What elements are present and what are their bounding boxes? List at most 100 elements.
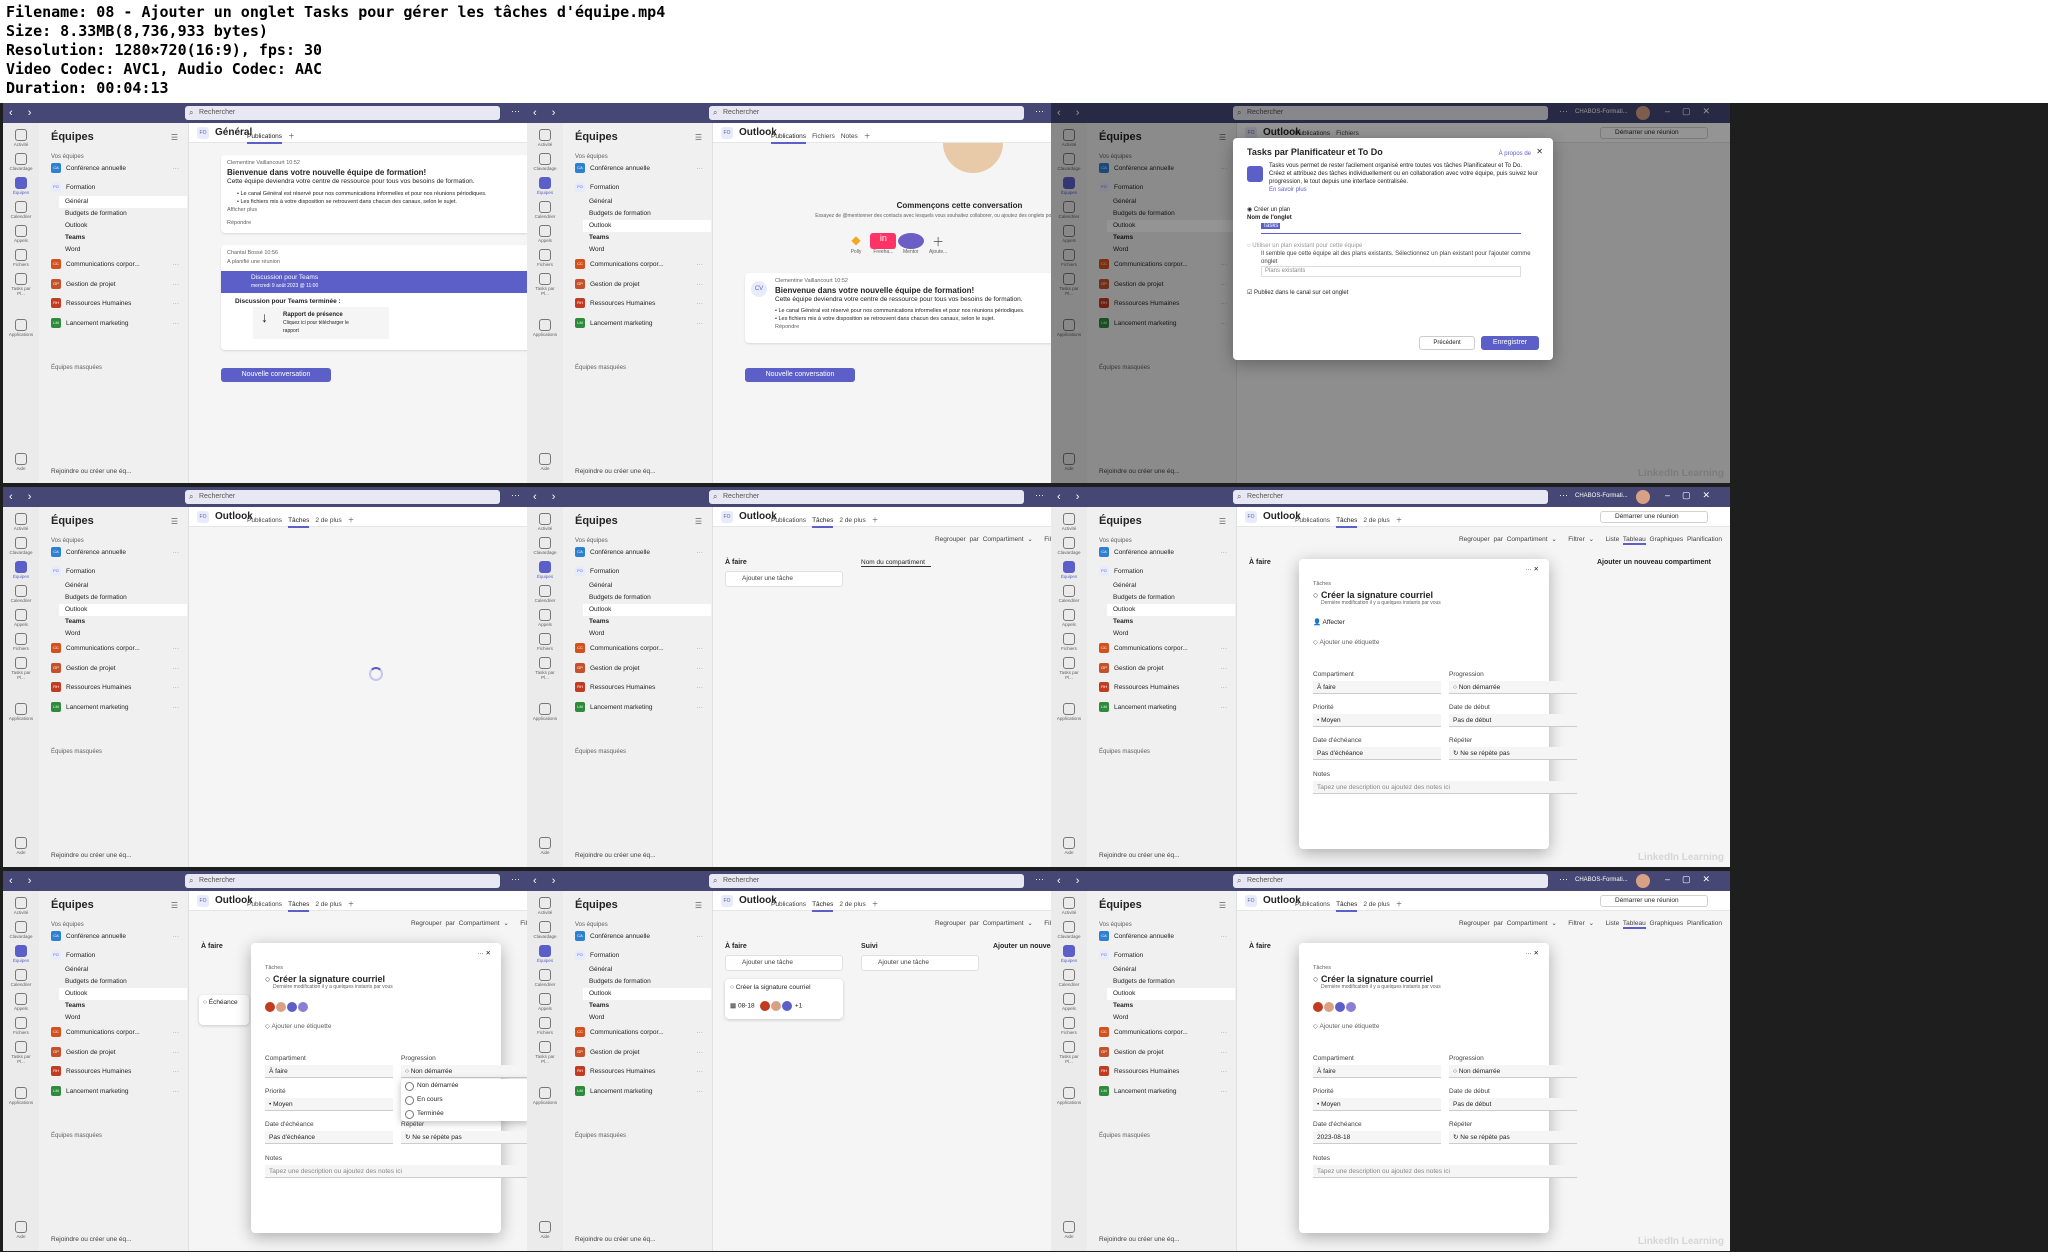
team-communications[interactable]: CC Communications corpor... ··· bbox=[575, 259, 705, 271]
channel-teams[interactable]: Teams bbox=[583, 1000, 711, 1012]
more-icon[interactable]: ··· bbox=[1221, 547, 1228, 559]
channel-outlook[interactable]: Outlook bbox=[59, 604, 187, 616]
rail-help[interactable]: Aide bbox=[8, 453, 34, 471]
assign-row[interactable]: 👤 Affecter bbox=[1313, 618, 1535, 632]
add-tab-icon[interactable]: ＋ bbox=[348, 901, 355, 908]
search-input[interactable]: ⌕ Rechercher bbox=[185, 874, 500, 888]
task-card[interactable]: ○ Créer la signature courriel ▦ 08-18 +1 bbox=[725, 979, 843, 1019]
hidden-teams[interactable]: Équipes masquées bbox=[51, 1133, 102, 1139]
more-icon[interactable]: ··· bbox=[173, 1086, 180, 1098]
more-icon[interactable]: ··· bbox=[173, 702, 180, 714]
team-conference[interactable]: CA Conférence annuelle ··· bbox=[575, 931, 705, 943]
start-date-field[interactable]: Pas de début bbox=[1449, 1098, 1577, 1111]
rail-activity[interactable]: Activité bbox=[1056, 513, 1082, 531]
rail-calls[interactable]: Appels bbox=[532, 609, 558, 627]
more-icon[interactable]: ··· bbox=[173, 643, 180, 655]
search-input[interactable]: ⌕ Rechercher bbox=[709, 106, 1024, 120]
channel-outlook[interactable]: Outlook bbox=[583, 604, 711, 616]
team-conference[interactable]: CA Conférence annuelle ··· bbox=[1099, 547, 1229, 559]
tab-more[interactable]: 2 de plus bbox=[839, 517, 865, 524]
team-formation[interactable]: FO Formation bbox=[1099, 950, 1229, 962]
rail-files[interactable]: Fichiers bbox=[532, 633, 558, 651]
team-lancement[interactable]: LM Lancement marketing ··· bbox=[1099, 702, 1229, 714]
more-icon[interactable]: ··· bbox=[697, 279, 704, 291]
team-rh[interactable]: RH Ressources Humaines ··· bbox=[1099, 1066, 1229, 1078]
tab-more[interactable]: 2 de plus bbox=[1363, 901, 1389, 908]
add-tab-icon[interactable]: ＋ bbox=[1396, 901, 1403, 908]
team-gestion[interactable]: GP Gestion de projet ··· bbox=[575, 279, 705, 291]
channel-teams[interactable]: Teams bbox=[1107, 1000, 1235, 1012]
filter-icon[interactable]: ☰ bbox=[695, 901, 702, 910]
bucket-select[interactable]: À faire bbox=[1313, 1065, 1441, 1078]
team-lancement[interactable]: LM Lancement marketing ··· bbox=[575, 318, 705, 330]
assign-row[interactable] bbox=[1313, 1002, 1535, 1016]
rail-tasks[interactable]: Tasks par Pl... bbox=[1056, 657, 1082, 680]
nav-arrows-icon[interactable]: ‹ › bbox=[9, 491, 37, 503]
hidden-teams[interactable]: Équipes masquées bbox=[51, 365, 102, 371]
team-rh[interactable]: RH Ressources Humaines ··· bbox=[51, 298, 181, 310]
rail-files[interactable]: Fichiers bbox=[1056, 1017, 1082, 1035]
add-tab-icon[interactable]: ＋ bbox=[288, 133, 295, 140]
nav-arrows-icon[interactable]: ‹ › bbox=[9, 107, 37, 119]
channel-teams[interactable]: Teams bbox=[59, 616, 187, 628]
tab-publications[interactable]: Publications bbox=[1295, 901, 1330, 908]
more-icon[interactable]: ··· bbox=[173, 682, 180, 694]
filter-icon[interactable]: ☰ bbox=[171, 133, 178, 142]
team-gestion[interactable]: GP Gestion de projet ··· bbox=[1099, 1047, 1229, 1059]
rail-calls[interactable]: Appels bbox=[532, 993, 558, 1011]
rail-activity[interactable]: Activité bbox=[532, 129, 558, 147]
more-icon[interactable]: ··· bbox=[1559, 874, 1568, 884]
save-button[interactable]: Enregistrer bbox=[1481, 336, 1539, 350]
team-rh[interactable]: RH Ressources Humaines ··· bbox=[575, 682, 705, 694]
option-not-started[interactable]: Non démarrée bbox=[401, 1079, 529, 1093]
channel-teams[interactable]: Teams bbox=[583, 616, 711, 628]
channel-general[interactable]: Général bbox=[1107, 580, 1235, 592]
team-conference[interactable]: CA Conférence annuelle ··· bbox=[51, 931, 181, 943]
priority-select[interactable]: • Moyen bbox=[265, 1098, 393, 1111]
join-team-button[interactable]: Rejoindre ou créer une éq... bbox=[575, 468, 656, 475]
team-conference[interactable]: CA Conférence annuelle ··· bbox=[575, 547, 705, 559]
rail-tasks[interactable]: Tasks par Pl... bbox=[1056, 1041, 1082, 1064]
rail-activity[interactable]: Activité bbox=[532, 513, 558, 531]
team-gestion[interactable]: GP Gestion de projet ··· bbox=[51, 663, 181, 675]
priority-select[interactable]: • Moyen bbox=[1313, 1098, 1441, 1111]
start-date-field[interactable]: Pas de début bbox=[1449, 714, 1577, 727]
channel-general[interactable]: Général bbox=[1107, 964, 1235, 976]
task-card[interactable]: ○ Échéance bbox=[199, 995, 249, 1025]
filter-button[interactable]: Filtrer bbox=[1568, 920, 1585, 927]
about-link[interactable]: À propos de bbox=[1499, 150, 1531, 158]
rail-apps[interactable]: Applications bbox=[8, 703, 34, 721]
repeat-select[interactable]: ↻ Ne se répète pas bbox=[1449, 1131, 1577, 1144]
more-icon[interactable]: ··· bbox=[697, 1066, 704, 1078]
show-more-link[interactable]: Afficher plus bbox=[227, 206, 525, 215]
channel-general[interactable]: Général bbox=[59, 580, 187, 592]
team-conference[interactable]: CA Conférence annuelle ··· bbox=[51, 547, 181, 559]
repeat-select[interactable]: ↻ Ne se répète pas bbox=[401, 1131, 529, 1144]
team-gestion[interactable]: GP Gestion de projet ··· bbox=[575, 663, 705, 675]
rail-apps[interactable]: Applications bbox=[8, 1087, 34, 1105]
tab-more[interactable]: 2 de plus bbox=[1363, 517, 1389, 524]
rail-tasks[interactable]: Tasks par Pl... bbox=[8, 657, 34, 680]
rail-activity[interactable]: Activité bbox=[8, 129, 34, 147]
team-formation[interactable]: FO Formation bbox=[1099, 566, 1229, 578]
channel-budgets[interactable]: Budgets de formation bbox=[59, 976, 187, 988]
more-icon[interactable]: ··· bbox=[1221, 702, 1228, 714]
tab-publications[interactable]: Publications bbox=[247, 133, 283, 144]
more-icon[interactable]: ··· bbox=[173, 259, 180, 271]
tab-publications[interactable]: Publications bbox=[247, 901, 282, 908]
team-gestion[interactable]: GP Gestion de projet ··· bbox=[575, 1047, 705, 1059]
team-lancement[interactable]: LM Lancement marketing ··· bbox=[1099, 1086, 1229, 1098]
rail-teams[interactable]: Équipes bbox=[532, 945, 558, 963]
join-team-button[interactable]: Rejoindre ou créer une éq... bbox=[575, 1236, 656, 1243]
add-label[interactable]: ◇ Ajouter une étiquette bbox=[265, 1022, 487, 1030]
more-icon[interactable]: ··· bbox=[511, 106, 520, 116]
add-tab-icon[interactable]: ＋ bbox=[872, 517, 879, 524]
rail-calls[interactable]: Appels bbox=[8, 993, 34, 1011]
tab-tasks[interactable]: Tâches bbox=[1336, 517, 1358, 528]
channel-general[interactable]: Général bbox=[583, 964, 711, 976]
more-icon[interactable]: ··· bbox=[1221, 1027, 1228, 1039]
rail-help[interactable]: Aide bbox=[8, 1221, 34, 1239]
more-icon[interactable]: ··· bbox=[511, 490, 520, 500]
rail-apps[interactable]: Applications bbox=[532, 319, 558, 337]
rail-calendar[interactable]: Calendrier bbox=[532, 201, 558, 219]
